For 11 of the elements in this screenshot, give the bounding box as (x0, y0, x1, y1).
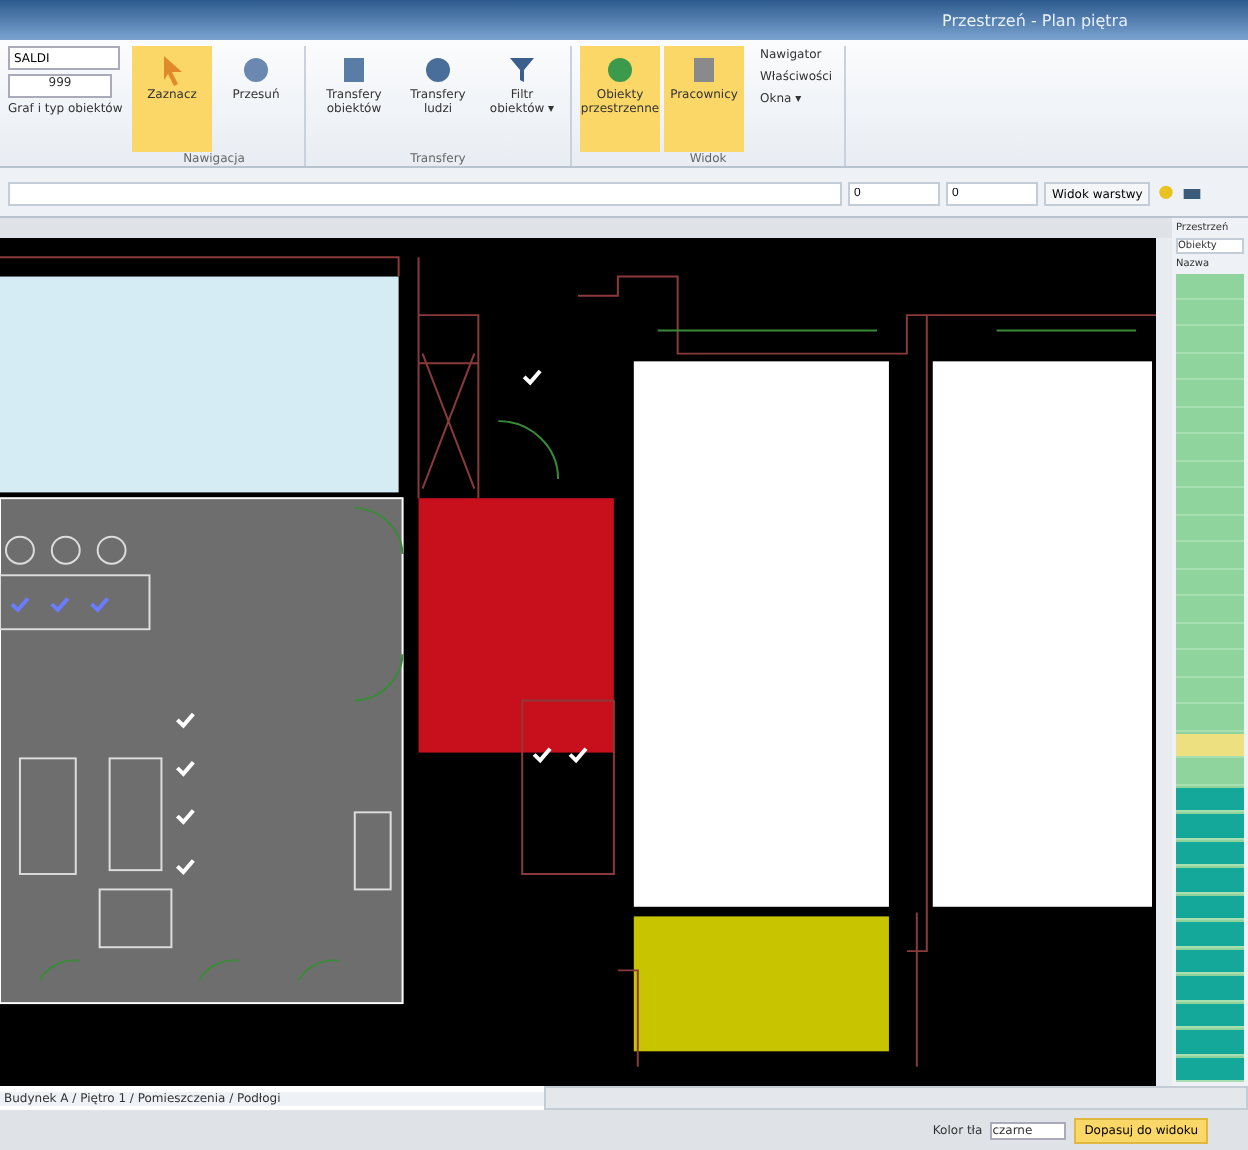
layers-icon[interactable] (1182, 184, 1203, 204)
path-field[interactable] (8, 182, 842, 206)
funnel-icon (506, 54, 538, 86)
horizontal-scrollbar[interactable] (544, 1086, 1248, 1110)
rectangle-icon (338, 54, 370, 86)
circle-icon (422, 54, 454, 86)
circle-icon (604, 54, 636, 86)
window-title: Przestrzeń - Plan piętra (942, 11, 1128, 29)
rectangle-icon (688, 54, 720, 86)
vertical-scrollbar[interactable] (1156, 238, 1172, 1086)
circle-icon (240, 54, 272, 86)
